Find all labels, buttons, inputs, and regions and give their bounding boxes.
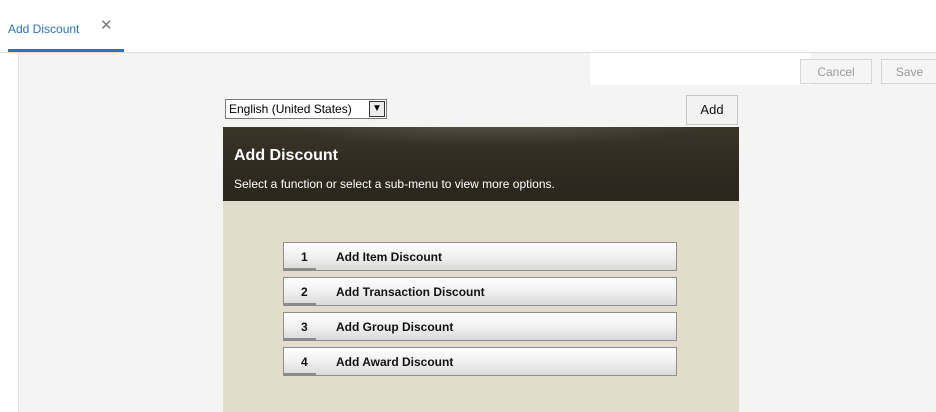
menu-item-label: Add Item Discount xyxy=(336,250,443,264)
panel-title: Add Discount xyxy=(234,147,338,164)
menu-item-accent xyxy=(284,268,316,271)
save-button[interactable]: Save xyxy=(881,59,936,84)
tab-add-discount[interactable]: Add Discount ✕ xyxy=(8,18,124,52)
menu-item-accent xyxy=(284,303,316,306)
toolbar-spacer xyxy=(590,53,811,85)
menu-item-add-item-discount[interactable]: 1 Add Item Discount xyxy=(283,242,677,271)
menu-item-add-group-discount[interactable]: 3 Add Group Discount xyxy=(283,312,677,341)
menu-item-accent xyxy=(284,373,316,376)
header-sheen xyxy=(263,127,723,147)
language-select[interactable]: English (United States) ▼ xyxy=(225,99,387,119)
menu-item-number: 2 xyxy=(301,285,308,299)
menu-item-label: Add Transaction Discount xyxy=(336,285,485,299)
tab-bar: Add Discount ✕ xyxy=(0,0,936,52)
menu-item-add-award-discount[interactable]: 4 Add Award Discount xyxy=(283,347,677,376)
menu-item-label: Add Award Discount xyxy=(336,355,454,369)
chevron-down-icon[interactable]: ▼ xyxy=(369,101,385,117)
menu-item-add-transaction-discount[interactable]: 2 Add Transaction Discount xyxy=(283,277,677,306)
panel-header: Add Discount Select a function or select… xyxy=(223,127,739,201)
panel-subtitle: Select a function or select a sub-menu t… xyxy=(234,177,555,191)
discount-menu: 1 Add Item Discount 2 Add Transaction Di… xyxy=(283,242,677,382)
tab-label: Add Discount xyxy=(8,22,80,36)
add-button[interactable]: Add xyxy=(686,95,738,125)
discount-panel: Add Discount Select a function or select… xyxy=(223,127,739,412)
menu-item-accent xyxy=(284,338,316,341)
close-icon[interactable]: ✕ xyxy=(100,18,113,33)
menu-item-number: 1 xyxy=(301,250,308,264)
menu-item-number: 4 xyxy=(301,355,308,369)
menu-item-label: Add Group Discount xyxy=(336,320,454,334)
cancel-button[interactable]: Cancel xyxy=(800,59,872,84)
language-select-value: English (United States) xyxy=(229,102,352,116)
content-area: Cancel Save English (United States) ▼ Ad… xyxy=(18,53,936,412)
menu-item-number: 3 xyxy=(301,320,308,334)
